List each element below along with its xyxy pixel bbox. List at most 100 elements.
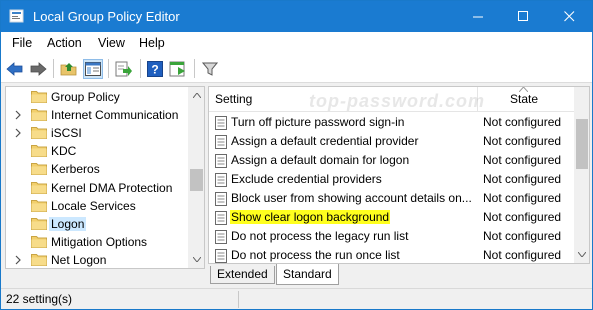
policy-state: Not configured — [483, 191, 562, 205]
export-list-icon — [115, 61, 132, 77]
policy-name: Show clear logon background — [230, 210, 391, 224]
minimize-button[interactable] — [456, 1, 501, 32]
up-one-level-button[interactable] — [59, 59, 79, 79]
folder-icon — [31, 199, 47, 212]
help-button[interactable]: ? — [145, 59, 165, 79]
column-header-setting[interactable]: Setting — [215, 92, 252, 106]
menu-view[interactable]: View — [98, 36, 125, 50]
scroll-thumb[interactable] — [576, 119, 588, 169]
menu-action[interactable]: Action — [47, 36, 82, 50]
properties-icon — [169, 61, 185, 77]
scroll-down-arrow-icon — [578, 252, 586, 257]
toolbar-separator — [140, 59, 141, 78]
expand-chevron-icon[interactable] — [14, 255, 22, 265]
show-hide-tree-button[interactable] — [83, 59, 103, 79]
folder-icon — [31, 253, 47, 266]
policy-row[interactable]: Assign a default credential provider Not … — [209, 132, 574, 151]
back-icon — [6, 62, 23, 76]
tab-extended[interactable]: Extended — [210, 266, 275, 284]
policy-name: Assign a default domain for logon — [231, 153, 410, 167]
scroll-down-arrow-icon — [192, 257, 201, 262]
tree-item[interactable]: iSCSI — [6, 124, 188, 142]
svg-text:?: ? — [151, 63, 158, 77]
window-title: Local Group Policy Editor — [33, 9, 180, 24]
policy-setting-icon — [215, 135, 227, 149]
tree-item-label: Logon — [49, 216, 87, 231]
policy-name: Do not process the run once list — [231, 248, 400, 262]
tree-item[interactable]: Net Logon — [6, 251, 188, 268]
policy-state: Not configured — [483, 115, 562, 129]
back-button[interactable] — [5, 59, 25, 79]
tree-item-label: Internet Communication — [51, 108, 179, 123]
toolbar-separator — [108, 59, 109, 78]
forward-icon — [30, 62, 47, 76]
export-list-button[interactable] — [114, 59, 134, 79]
tree-item[interactable]: Mitigation Options — [6, 233, 188, 251]
policy-setting-icon — [215, 230, 227, 244]
maximize-button[interactable] — [501, 1, 546, 32]
tree-item[interactable]: Kerberos — [6, 160, 188, 178]
policy-state: Not configured — [483, 229, 562, 243]
close-button[interactable] — [547, 1, 592, 32]
tree-item[interactable]: Internet Communication — [6, 106, 188, 124]
app-window: Local Group Policy Editor File Action Vi… — [0, 0, 593, 310]
policy-setting-icon — [215, 211, 227, 225]
tree-item-label: Kernel DMA Protection — [51, 180, 173, 195]
policy-state: Not configured — [483, 153, 562, 167]
status-divider — [238, 291, 239, 308]
tree-item[interactable]: Kernel DMA Protection — [6, 179, 188, 197]
folder-icon — [31, 127, 47, 140]
forward-button[interactable] — [28, 59, 48, 79]
gpedit-app-icon — [9, 8, 25, 24]
policy-name: Exclude credential providers — [231, 172, 382, 186]
tab-standard[interactable]: Standard — [276, 264, 339, 285]
policy-state: Not configured — [483, 172, 562, 186]
filter-button[interactable] — [200, 59, 220, 79]
scroll-up-button[interactable] — [188, 87, 204, 104]
policy-name: Turn off picture password sign-in — [231, 115, 405, 129]
expand-chevron-icon[interactable] — [14, 110, 22, 120]
policy-name: Assign a default credential provider — [231, 134, 419, 148]
help-icon: ? — [147, 61, 163, 77]
folder-icon — [31, 163, 47, 176]
folder-icon — [31, 145, 47, 158]
scroll-thumb[interactable] — [190, 169, 203, 191]
menu-file[interactable]: File — [12, 36, 32, 50]
policy-row[interactable]: Exclude credential providers Not configur… — [209, 170, 574, 189]
toolbar-separator — [194, 59, 195, 78]
policy-row[interactable]: Block user from showing account details … — [209, 189, 574, 208]
title-bar[interactable]: Local Group Policy Editor — [1, 1, 592, 32]
settings-list[interactable]: Setting State top-password.com Turn off … — [208, 86, 590, 264]
tree-item[interactable]: Logon — [6, 215, 188, 233]
policy-row[interactable]: Turn off picture password sign-in Not con… — [209, 113, 574, 132]
toolbar: ? — [1, 54, 592, 83]
tree-item[interactable]: Group Policy — [6, 88, 188, 106]
tree-item[interactable]: KDC — [6, 142, 188, 160]
policy-row[interactable]: Show clear logon background Not configure… — [209, 208, 574, 227]
watermark-text: top-password.com — [309, 91, 486, 111]
scroll-down-button[interactable] — [574, 246, 589, 263]
folder-icon — [31, 235, 47, 248]
tree-item[interactable]: Locale Services — [6, 197, 188, 215]
tree-vertical-scrollbar[interactable] — [188, 87, 204, 268]
navigation-tree[interactable]: Group Policy Internet Communication iSCSI K… — [5, 86, 205, 269]
policy-row[interactable]: Assign a default domain for logon Not con… — [209, 151, 574, 170]
column-header-state[interactable]: State — [510, 92, 538, 106]
tree-item-label: Mitigation Options — [51, 234, 148, 249]
policy-name: Do not process the legacy run list — [231, 229, 409, 243]
view-tabs: Extended Standard — [208, 264, 590, 286]
tree-item-label: iSCSI — [51, 126, 82, 141]
setting-count: 22 setting(s) — [6, 292, 73, 306]
menu-help[interactable]: Help — [139, 36, 165, 50]
policy-row[interactable]: Do not process the legacy run list Not co… — [209, 227, 574, 246]
tree-item-label: Group Policy — [51, 90, 120, 104]
expand-chevron-icon[interactable] — [14, 128, 22, 138]
tree-item-label: Kerberos — [51, 162, 100, 177]
policy-state: Not configured — [483, 210, 562, 224]
scroll-down-button[interactable] — [188, 251, 204, 268]
properties-button[interactable] — [168, 59, 188, 79]
folder-icon — [31, 109, 47, 122]
policy-row[interactable]: Do not process the run once list Not conf… — [209, 246, 574, 263]
policy-name: Block user from showing account details … — [231, 191, 472, 205]
list-vertical-scrollbar[interactable] — [574, 87, 589, 263]
